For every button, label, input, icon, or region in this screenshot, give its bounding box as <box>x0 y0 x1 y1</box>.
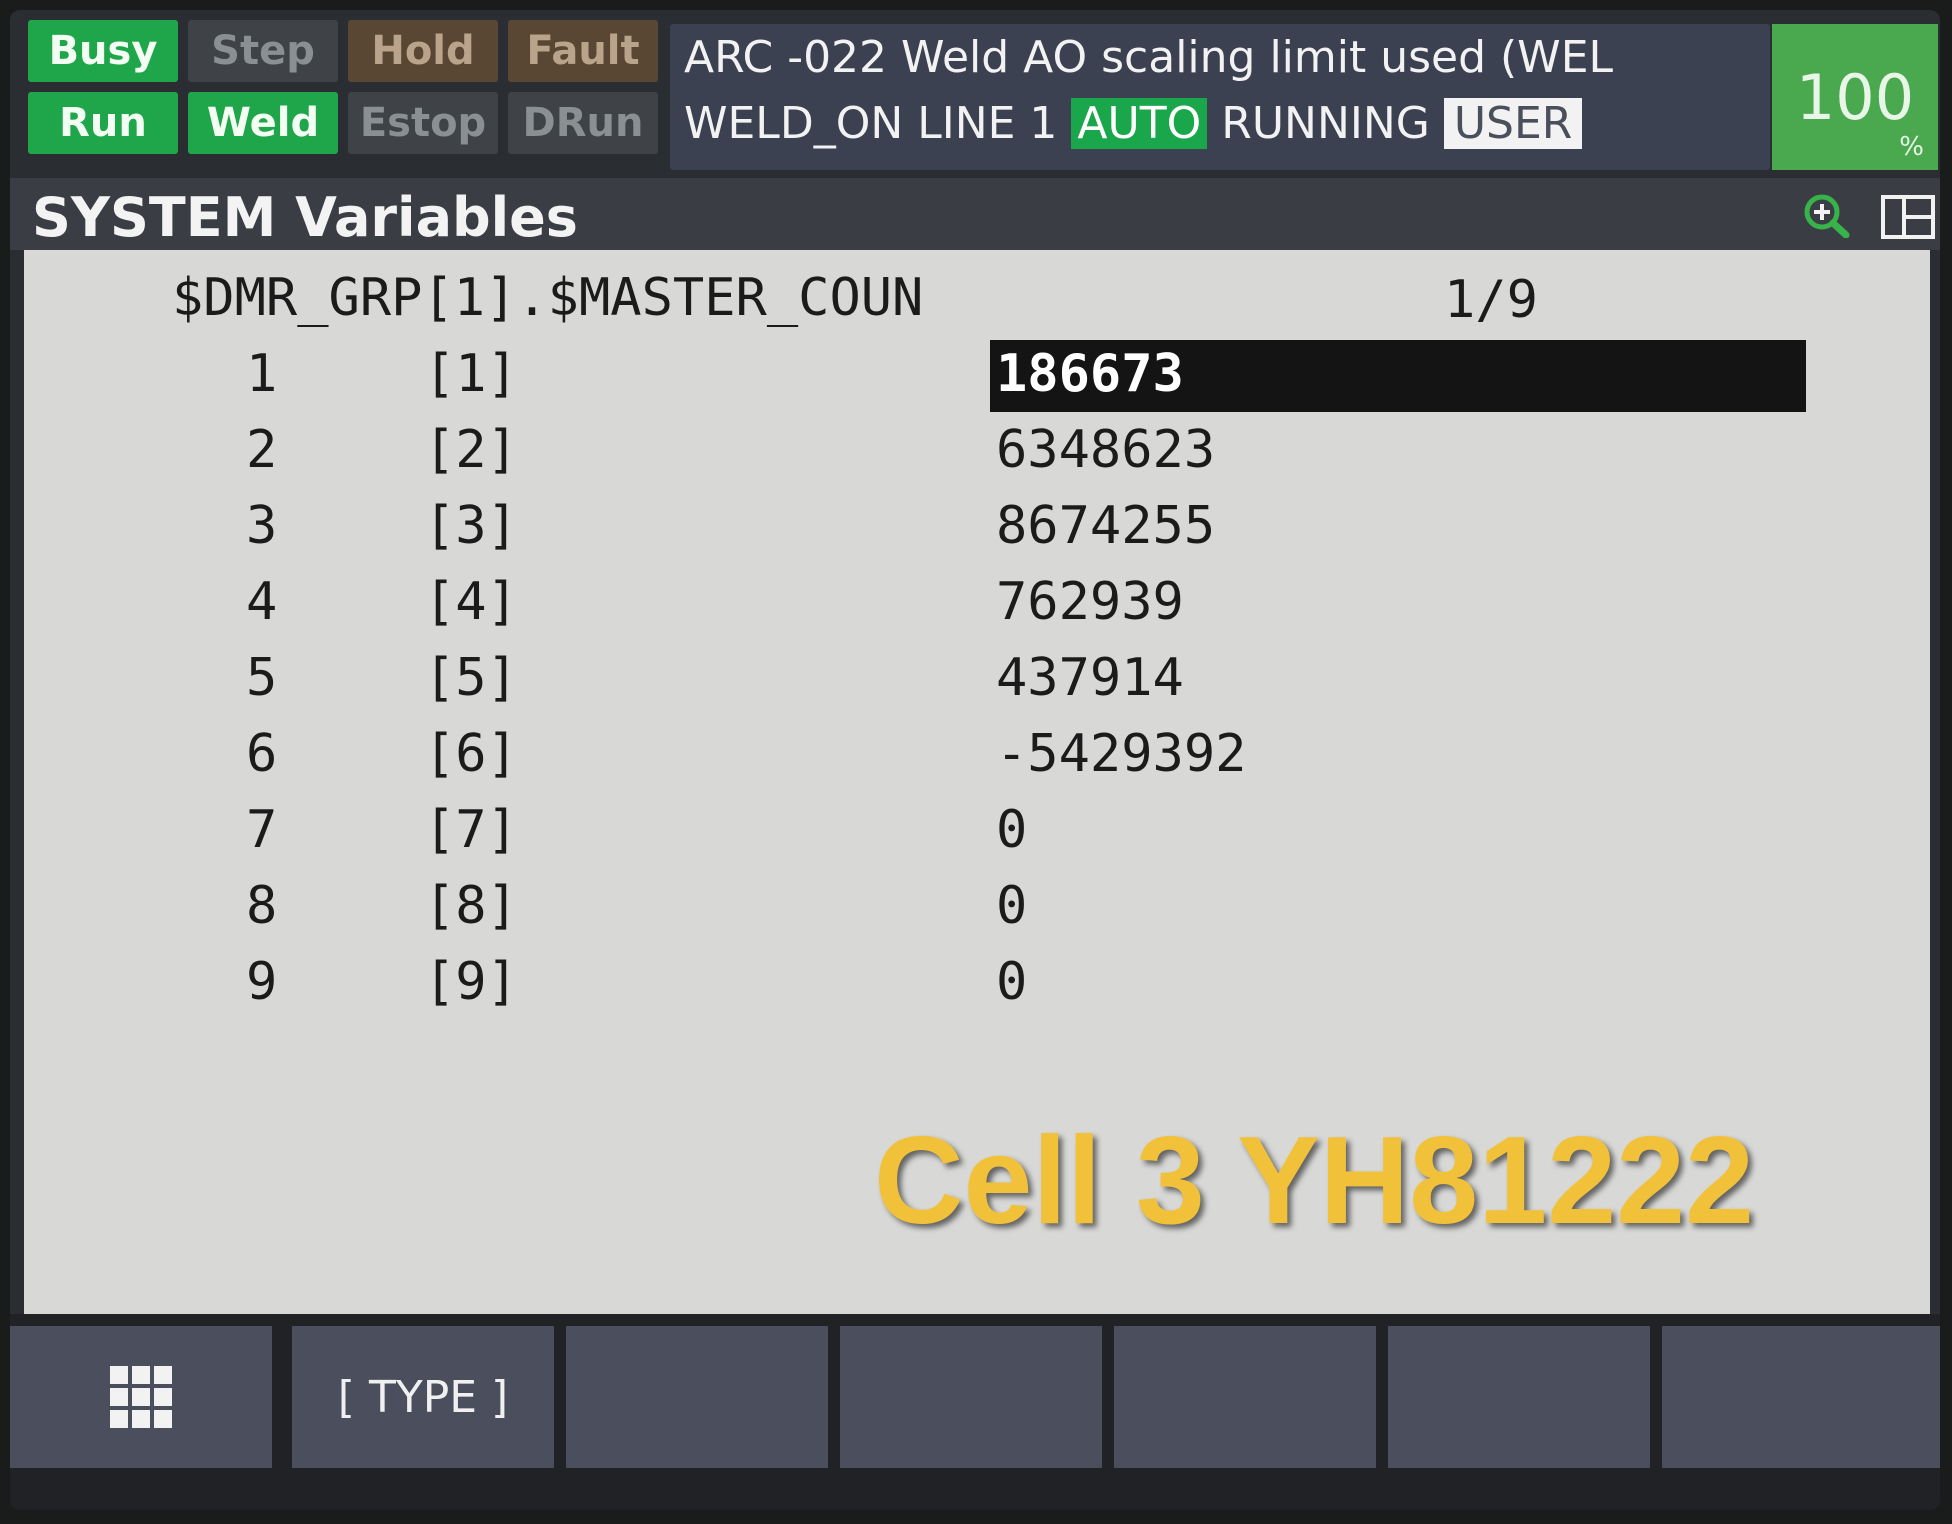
row-index: [5] <box>424 648 518 708</box>
hold-indicator: Hold <box>348 20 498 82</box>
row-number: 3 <box>246 496 278 556</box>
row-number: 1 <box>246 344 278 404</box>
variable-row[interactable]: 7 [7] 0 <box>24 796 1930 872</box>
row-number: 8 <box>246 876 278 936</box>
program-line: WELD_ON LINE 1 <box>684 98 1058 149</box>
mode-badge: AUTO <box>1071 98 1208 149</box>
status-indicators: Busy Step Hold Fault Run Weld Estop DRun <box>28 20 668 170</box>
step-indicator: Step <box>188 20 338 82</box>
type-key[interactable]: [ TYPE ] <box>292 1326 554 1468</box>
row-value[interactable]: 8674255 <box>990 496 1221 556</box>
row-value[interactable]: 0 <box>990 800 1033 860</box>
override-unit: % <box>1899 132 1924 162</box>
softkey-f3[interactable] <box>840 1326 1102 1468</box>
softkey-next[interactable] <box>1662 1326 1940 1468</box>
busy-indicator: Busy <box>28 20 178 82</box>
zoom-in-icon[interactable] <box>1800 192 1856 238</box>
row-index: [8] <box>424 876 518 936</box>
variable-row[interactable]: 4 [4] 762939 <box>24 568 1930 644</box>
row-index: [1] <box>424 344 518 404</box>
row-index: [4] <box>424 572 518 632</box>
title-bar: SYSTEM Variables <box>10 178 1940 250</box>
row-number: 5 <box>246 648 278 708</box>
row-value[interactable]: 0 <box>990 876 1033 936</box>
row-value[interactable]: 437914 <box>990 648 1190 708</box>
row-index: [3] <box>424 496 518 556</box>
row-number: 7 <box>246 800 278 860</box>
page-indicator: 1/9 <box>1444 270 1538 330</box>
softkey-f2[interactable] <box>566 1326 828 1468</box>
function-key-bar: [ TYPE ] <box>10 1314 1940 1510</box>
variable-row[interactable]: 8 [8] 0 <box>24 872 1930 948</box>
alarm-message-area[interactable]: ARC -022 Weld AO scaling limit used (WEL… <box>670 24 1770 170</box>
user-badge: USER <box>1443 98 1583 149</box>
grid-menu-icon <box>110 1366 172 1428</box>
alarm-message: ARC -022 Weld AO scaling limit used (WEL <box>684 32 1614 83</box>
row-value[interactable]: 762939 <box>990 572 1190 632</box>
row-number: 6 <box>246 724 278 784</box>
teach-pendant-screen: Busy Step Hold Fault Run Weld Estop DRun… <box>10 10 1940 1510</box>
row-number: 4 <box>246 572 278 632</box>
variable-row[interactable]: 1 [1] 186673 <box>24 340 1930 416</box>
override-value: 100 <box>1795 60 1915 134</box>
row-index: [9] <box>424 952 518 1012</box>
row-value[interactable]: 186673 <box>990 344 1190 404</box>
variable-row[interactable]: 9 [9] 0 <box>24 948 1930 1024</box>
run-indicator: Run <box>28 92 178 154</box>
cell-label-overlay: Cell 3 YH81222 <box>874 1112 1755 1250</box>
run-state: RUNNING <box>1221 98 1430 149</box>
speed-override[interactable]: 100 % <box>1772 24 1938 170</box>
variable-name-header: $DMR_GRP[1].$MASTER_COUN <box>172 268 924 328</box>
softkey-f5[interactable] <box>1388 1326 1650 1468</box>
drun-indicator: DRun <box>508 92 658 154</box>
row-index: [6] <box>424 724 518 784</box>
row-index: [2] <box>424 420 518 480</box>
variable-list-panel: $DMR_GRP[1].$MASTER_COUN 1/9 1 [1] 18667… <box>24 250 1930 1314</box>
split-screen-icon[interactable] <box>1880 194 1936 240</box>
softkey-f4[interactable] <box>1114 1326 1376 1468</box>
row-value[interactable]: -5429392 <box>990 724 1252 784</box>
variable-row[interactable]: 2 [2] 6348623 <box>24 416 1930 492</box>
row-number: 9 <box>246 952 278 1012</box>
row-value[interactable]: 6348623 <box>990 420 1221 480</box>
variable-row[interactable]: 6 [6] -5429392 <box>24 720 1930 796</box>
variable-row[interactable]: 5 [5] 437914 <box>24 644 1930 720</box>
weld-indicator: Weld <box>188 92 338 154</box>
estop-indicator: Estop <box>348 92 498 154</box>
row-index: [7] <box>424 800 518 860</box>
page-title: SYSTEM Variables <box>32 186 578 249</box>
fault-indicator: Fault <box>508 20 658 82</box>
variable-row[interactable]: 3 [3] 8674255 <box>24 492 1930 568</box>
row-value[interactable]: 0 <box>990 952 1033 1012</box>
menu-key[interactable] <box>10 1326 272 1468</box>
row-number: 2 <box>246 420 278 480</box>
program-status-line: WELD_ON LINE 1 AUTO RUNNING USER <box>684 98 1583 149</box>
